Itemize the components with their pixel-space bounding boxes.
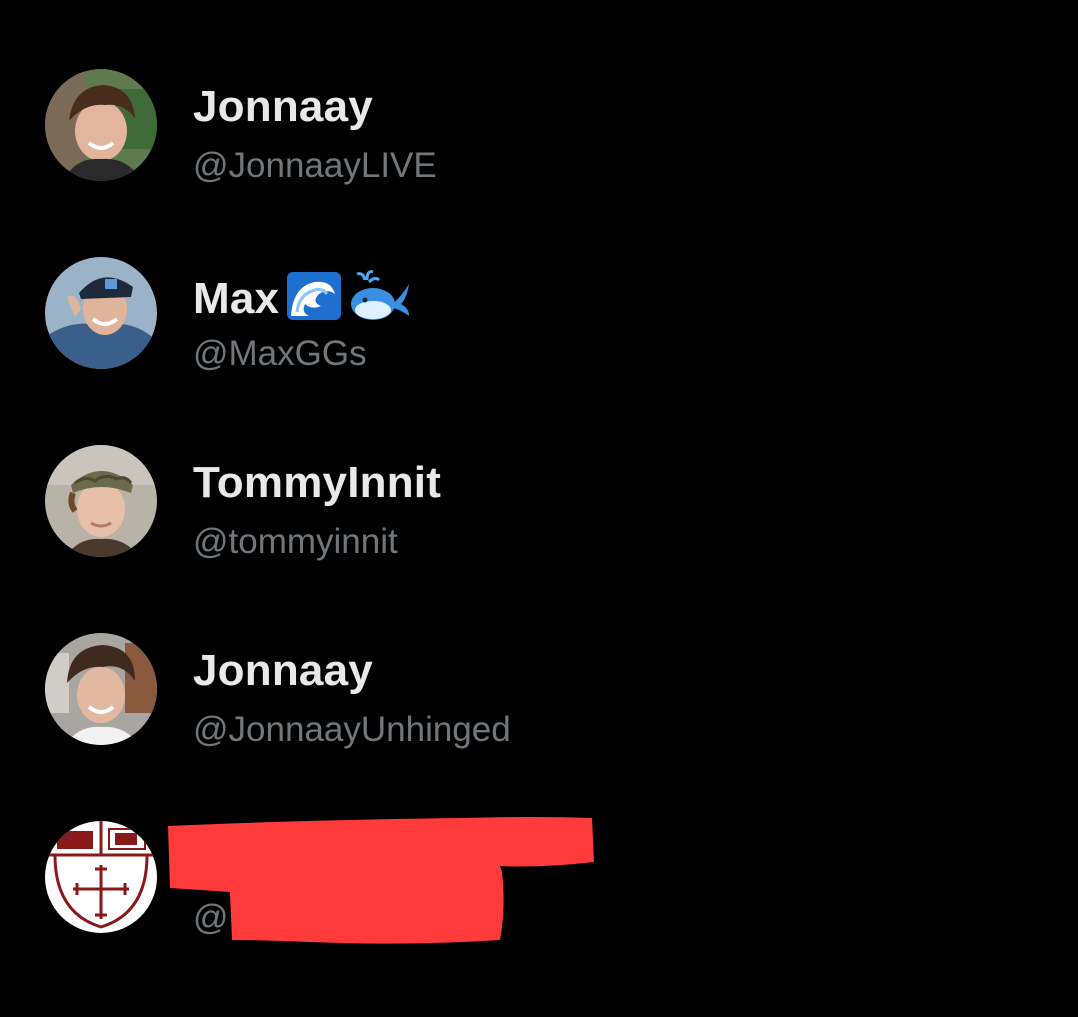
- display-name[interactable]: TommyInnit: [193, 458, 441, 508]
- avatar[interactable]: [45, 633, 157, 745]
- display-name-text: Max: [193, 274, 280, 324]
- avatar[interactable]: [45, 69, 157, 181]
- account-row[interactable]: TommyInnit @tommyinnit: [0, 436, 1078, 586]
- account-row[interactable]: Jonnaay @JonnaayLIVE: [0, 60, 1078, 210]
- display-name[interactable]: Jonnaay: [193, 82, 373, 132]
- handle[interactable]: @JonnaayLIVE: [193, 146, 437, 186]
- account-row[interactable]: Max @MaxGGs: [0, 248, 1078, 398]
- account-row[interactable]: Jonnaay @JonnaayUnhinged: [0, 624, 1078, 774]
- account-row[interactable]: @: [0, 812, 1078, 962]
- handle[interactable]: @tommyinnit: [193, 522, 398, 562]
- water-wave-emoji-icon: [287, 272, 342, 331]
- avatar[interactable]: [45, 821, 157, 933]
- display-name[interactable]: Max: [193, 270, 411, 333]
- handle[interactable]: @JonnaayUnhinged: [193, 710, 511, 750]
- avatar[interactable]: [45, 257, 157, 369]
- handle[interactable]: @MaxGGs: [193, 334, 367, 374]
- redaction-mark: [168, 817, 594, 944]
- spouting-whale-emoji-icon: [349, 270, 411, 333]
- display-name[interactable]: Jonnaay: [193, 646, 373, 696]
- avatar[interactable]: [45, 445, 157, 557]
- account-list: Jonnaay @JonnaayLIVE Max @MaxGGs TommyIn…: [0, 0, 1078, 1017]
- shield-crest-icon: [45, 821, 157, 933]
